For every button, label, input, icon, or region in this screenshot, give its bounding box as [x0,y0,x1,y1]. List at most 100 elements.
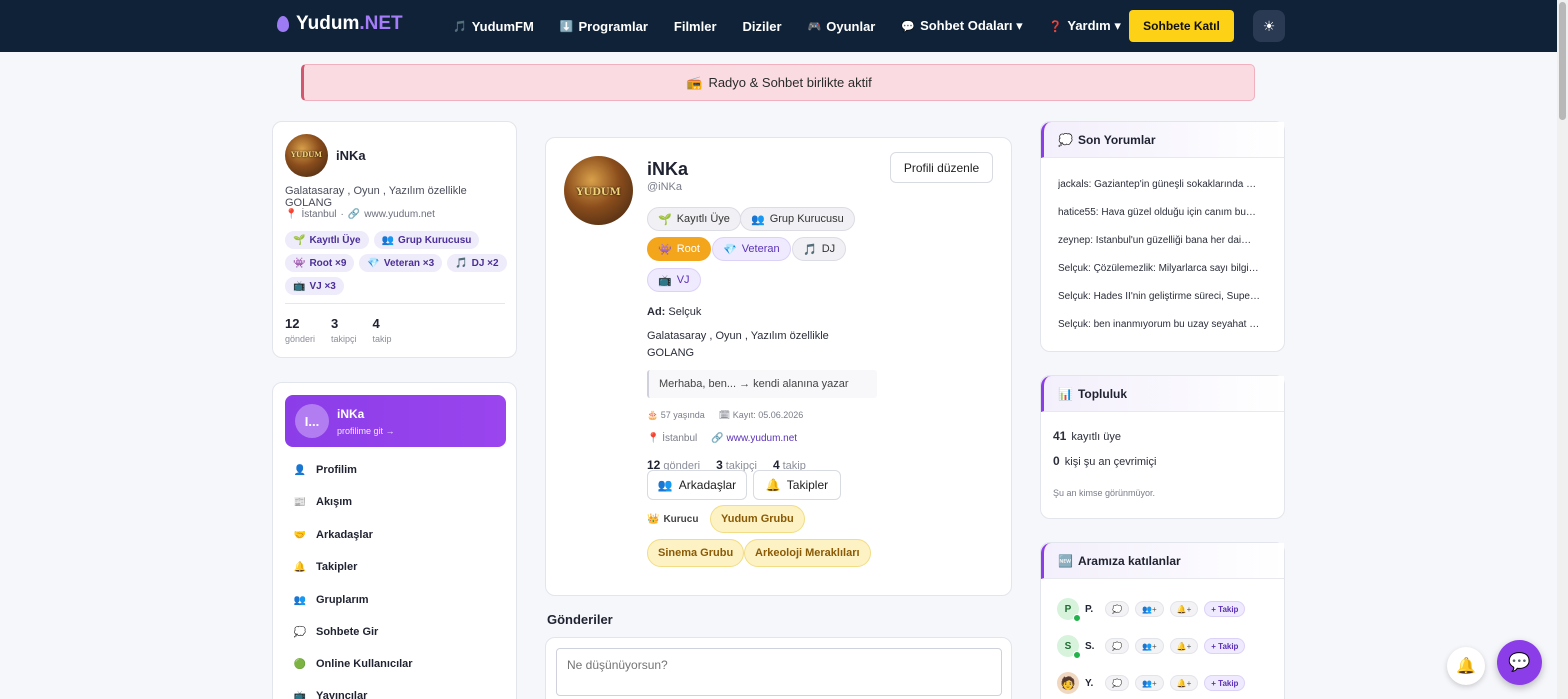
badge-label: Root [676,243,700,255]
chat-fab-icon[interactable]: 💬 [1497,640,1542,685]
nav-link-oyunlar[interactable]: 🎮 Oyunlar [808,19,876,34]
profile-handle: @iNKa [647,181,683,193]
add-friend-button[interactable]: 👥 + [1134,601,1164,617]
tag-dj: 🎵 DJ ×2 [447,254,507,272]
member-name[interactable]: P. [1085,604,1099,615]
follows-button[interactable]: 🔔 Takipler [753,470,841,500]
stat-followers[interactable]: 3 takipçi [331,316,357,345]
follow-bell-button[interactable]: 🔔 + [1169,675,1199,691]
green-dot-icon: 🟢 [293,658,307,670]
community-header: 📊 Topluluk [1041,376,1284,412]
scrollbar-thumb[interactable] [1559,2,1566,120]
add-friend-button[interactable]: 👥 + [1134,675,1164,691]
member-name[interactable]: S. [1085,641,1099,652]
avatar-initial: P [1064,603,1072,615]
group-chip-yudum[interactable]: Yudum Grubu [710,505,805,533]
new-member-row: 🧑 Y. 💭 👥 + 🔔 + + Takip [1057,672,1246,694]
menu-item-arkadaslar[interactable]: 🤝 Arkadaşlar [293,529,373,541]
tv-icon: 📺 [658,274,672,287]
card-title: Topluluk [1077,386,1128,401]
tag-veteran: 💎 Veteran ×3 [359,254,443,272]
menu-item-label: Online Kullanıcılar [316,658,413,670]
badge-label: DJ [821,243,836,255]
follow-button[interactable]: + Takip [1204,601,1246,617]
page-scrollbar[interactable] [1557,0,1568,699]
theme-toggle-sun-icon[interactable]: ☀ [1253,10,1285,42]
tag-label: Grup Kurucusu [398,234,472,246]
handshake-icon: 🤝 [293,529,307,541]
group-chip-arkeoloji[interactable]: Arkeoloji Meraklıları [744,539,871,567]
profile-avatar[interactable]: YUDUM [564,156,633,225]
stat-value: 3 [331,316,339,331]
notification-bell-icon[interactable]: 🔔 [1447,647,1485,685]
site-logo[interactable]: Yudum .NET [277,13,403,35]
nav-link-diziler[interactable]: Diziler [743,19,782,34]
follow-button[interactable]: + Takip [1204,638,1246,654]
join-chat-button[interactable]: Sohbete Katıl [1129,10,1234,42]
website-link[interactable]: www.yudum.net [364,209,435,220]
tag-vj: 📺 VJ ×3 [285,277,344,295]
follow-bell-button[interactable]: 🔔 + [1169,601,1199,617]
comment-item[interactable]: zeynep: İstanbul'un güzelliği bana her d… [1058,235,1270,246]
message-button[interactable]: 💭 [1105,601,1129,617]
location-item: 📍 İstanbul [647,433,697,444]
avatar[interactable]: P [1057,598,1081,622]
menu-item-label: Yayıncılar [316,690,368,699]
menu-item-online-kullanicilar[interactable]: 🟢 Online Kullanıcılar [293,658,413,670]
menu-avatar: I... [295,404,329,438]
comment-item[interactable]: Selçuk: Çözülemezlik: Milyarlarca sayı b… [1058,263,1270,274]
member-name[interactable]: Y. [1085,678,1099,689]
stat-posts[interactable]: 12 gönderi [285,316,315,345]
age-item: 🎂 57 yaşında [647,410,705,421]
edit-profile-button[interactable]: Profili düzenle [890,152,993,183]
badge-group-founder: 👥 Grup Kurucusu [740,207,855,231]
nav-link-yardim[interactable]: ❓ Yardım ▾ [1049,18,1121,34]
menu-item-sohbete-gir[interactable]: 💭 Sohbete Gir [293,626,379,638]
badge-label: Kayıtlı Üye [676,213,730,225]
menu-item-gruplarim[interactable]: 👥 Gruplarım [293,594,369,606]
gem-icon: 💎 [367,257,380,269]
real-name: Selçuk [668,306,702,318]
add-label: + [1186,604,1192,614]
calendar-icon: 🗓 [718,410,731,420]
friends-button[interactable]: 👥 Arkadaşlar [647,470,747,500]
menu-item-profilim[interactable]: 👤 Profilim [293,464,357,476]
message-button[interactable]: 💭 [1105,675,1129,691]
badge-label: Grup Kurucusu [769,213,844,225]
avatar[interactable]: S [1057,635,1081,659]
menu-item-yayincilar[interactable]: 📺 Yayıncılar [293,690,368,699]
nav-link-sohbet-odalari[interactable]: 💬 Sohbet Odaları ▾ [901,18,1022,34]
speech-bubble-icon: 💭 [1058,132,1073,147]
menu-item-label: Akışım [316,496,353,508]
comment-item[interactable]: Selçuk: Hades II'nin geliştirme süreci, … [1058,291,1270,302]
group-chip-sinema[interactable]: Sinema Grubu [647,539,745,567]
post-input[interactable] [556,648,1002,696]
tv-icon: 📺 [293,280,306,292]
website-item[interactable]: 🔗 www.yudum.net [711,433,797,444]
comment-item[interactable]: Selçuk: ben inanmıyorum bu uzay seyahat … [1058,319,1270,330]
nav-link-filmler[interactable]: Filmler [674,19,717,34]
menu-item-takipler[interactable]: 🔔 Takipler [293,561,358,573]
card-title: Aramıza katılanlar [1077,553,1181,568]
follow-button[interactable]: + Takip [1204,675,1246,691]
menu-item-akisim[interactable]: 📰 Akışım [293,496,352,508]
comment-item[interactable]: jackals: Gaziantep'in güneşli sokakların… [1058,179,1270,190]
stat-following[interactable]: 4 takip [373,316,392,345]
question-icon: ❓ [1048,20,1063,33]
add-friend-button[interactable]: 👥 + [1134,638,1164,654]
button-label: Arkadaşlar [678,478,737,492]
comment-item[interactable]: hatice55: Hava güzel olduğu için canım b… [1058,207,1270,218]
website-link[interactable]: www.yudum.net [727,433,798,444]
nav-link-yudumfm[interactable]: 🎵 YudumFM [453,19,534,34]
avatar-photo[interactable]: 🧑 [1057,672,1079,694]
follow-bell-button[interactable]: 🔔 + [1169,638,1199,654]
menu-profile-link[interactable]: I... iNKa profilime git → [285,395,506,447]
nav-link-programlar[interactable]: ⬇️ Programlar [560,19,648,34]
tag-label: DJ ×2 [471,257,499,269]
message-button[interactable]: 💭 [1105,638,1129,654]
link-icon: 🔗 [711,433,724,444]
menu-item-label: Profilim [316,464,357,476]
avatar[interactable]: YUDUM [285,134,328,177]
people-icon: 👥 [657,478,673,492]
profile-summary-card: YUDUM iNKa Galatasaray , Oyun , Yazılım … [272,121,517,358]
